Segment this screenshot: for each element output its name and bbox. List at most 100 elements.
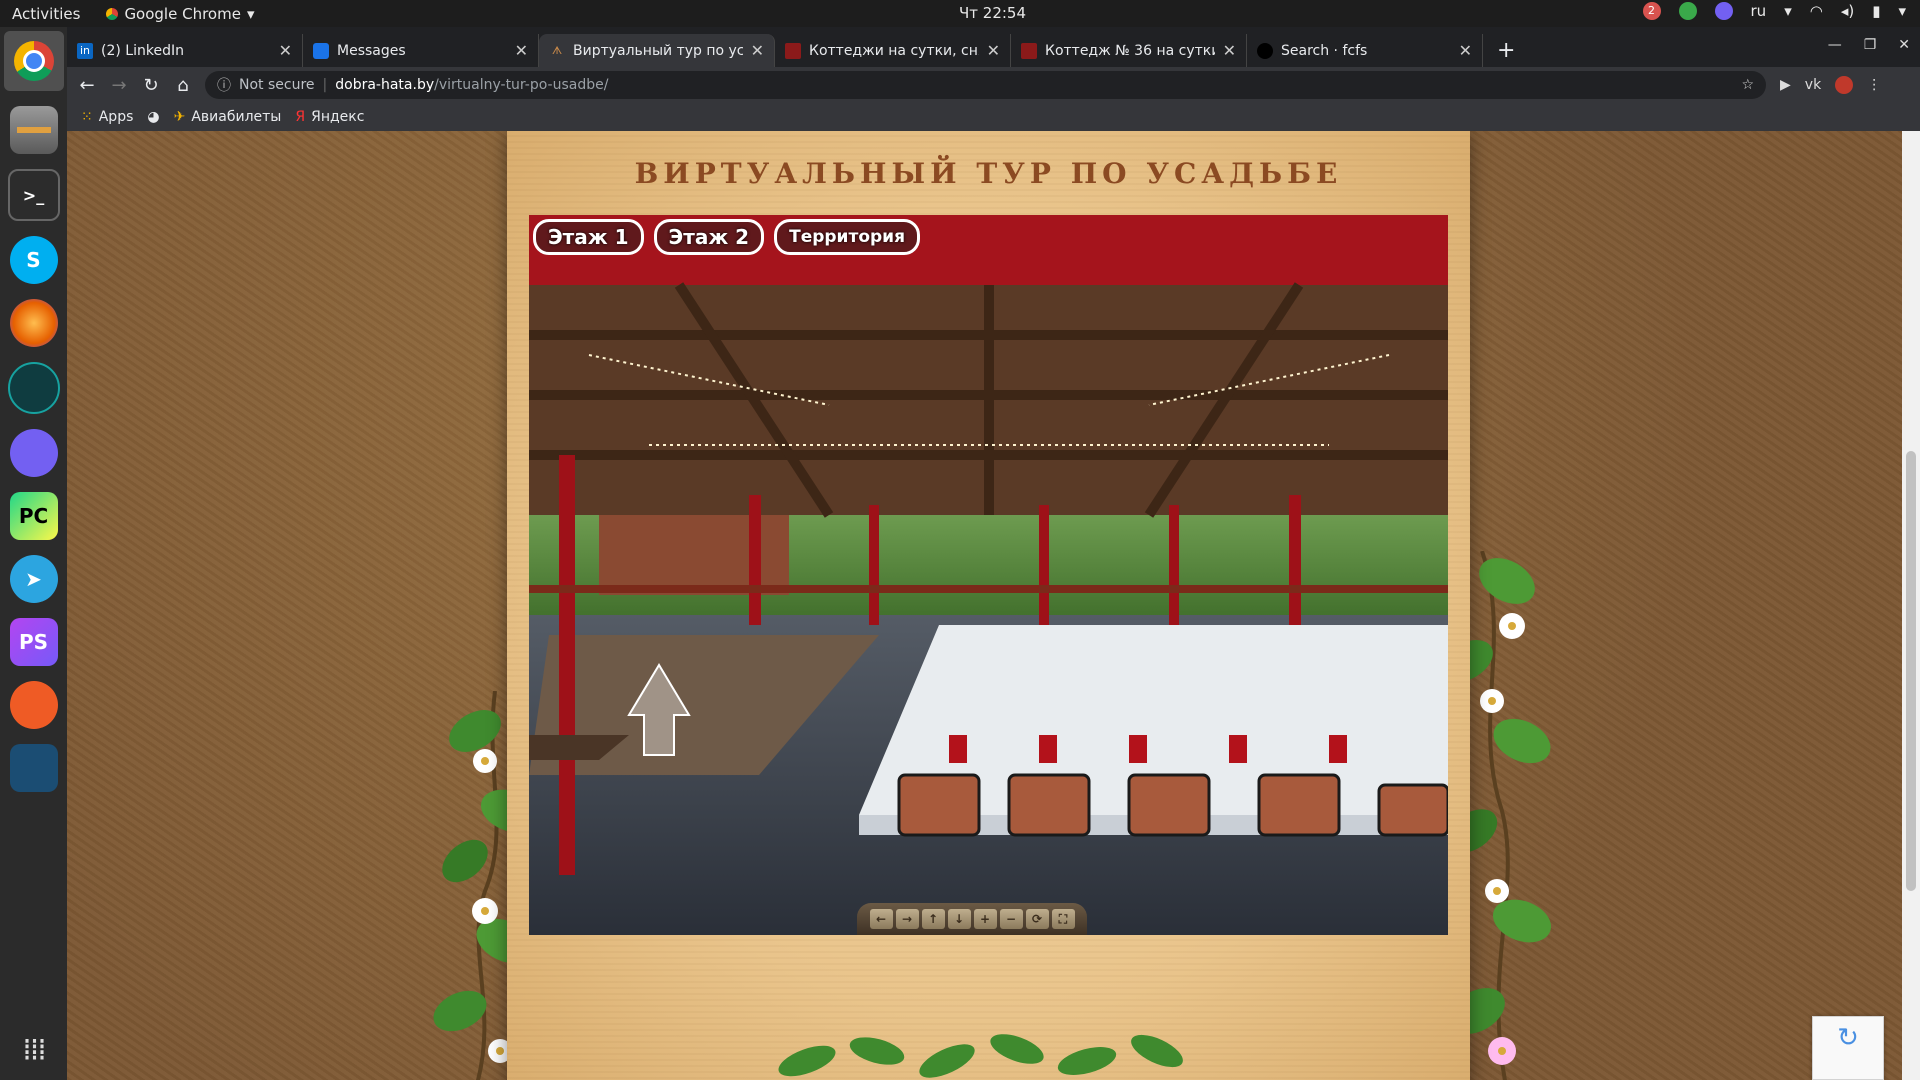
floor-2-button[interactable]: Этаж 2: [653, 219, 765, 255]
tab-title: Messages: [337, 42, 406, 59]
skype-icon[interactable]: S: [9, 236, 58, 284]
bookmark-apps[interactable]: ⁙ Apps: [81, 109, 133, 125]
mysql-workbench-icon[interactable]: [9, 744, 58, 792]
firefox-icon[interactable]: [9, 299, 58, 347]
browser-toolbar: ← → ↻ ⌂ ⓘ Not secure | dobra-hata.by /vi…: [67, 67, 1920, 103]
chevron-down-icon: ▾: [1898, 2, 1906, 20]
autorotate-button[interactable]: ⟳: [1025, 909, 1049, 929]
bookmark-label: Авиабилеты: [191, 109, 282, 125]
bookmarks-bar: ⁙ Apps ◕ ✈ Авиабилеты Я Яндекс: [67, 103, 1920, 131]
reload-icon[interactable]: ↻: [135, 75, 167, 96]
plane-icon: ✈: [173, 109, 186, 125]
tab-title: Коттеджи на сутки, снять коттедж: [809, 42, 979, 59]
chevron-down-icon: ▾: [1784, 2, 1792, 20]
bookmark-label: Apps: [98, 109, 134, 125]
security-label: Not secure: [239, 77, 315, 93]
bookmark-globe[interactable]: ◕: [147, 109, 159, 125]
tab-linkedin[interactable]: in (2) LinkedIn ✕: [67, 34, 303, 67]
territory-button[interactable]: Территория: [774, 219, 920, 255]
site-favicon-icon: [1021, 42, 1037, 59]
volume-icon[interactable]: ◂): [1841, 2, 1854, 20]
close-icon[interactable]: ✕: [515, 41, 528, 60]
fullscreen-button[interactable]: ⛶: [1051, 909, 1075, 929]
forward-icon[interactable]: →: [103, 75, 135, 96]
battery-icon[interactable]: ▮: [1872, 2, 1880, 20]
pan-left-button[interactable]: ←: [869, 909, 893, 929]
tab-title: Search · fcfs: [1281, 42, 1368, 59]
content-panel: ВИРТУАЛЬНЫЙ ТУР ПО УСАДЬБЕ Этаж 1 Этаж 2…: [507, 131, 1470, 1080]
panorama-viewer[interactable]: Этаж 1 Этаж 2 Территория ← → ↑ ↓ + − ⟳ ⛶: [529, 215, 1448, 935]
panorama-image[interactable]: [529, 215, 1448, 935]
tab-title: Виртуальный тур по усадьбе: [573, 42, 743, 59]
zoom-in-button[interactable]: +: [973, 909, 997, 929]
clock[interactable]: Чт 22:54: [0, 4, 1920, 22]
recaptcha-icon: ↻: [1837, 1023, 1859, 1053]
shield-check-icon[interactable]: [1678, 2, 1697, 20]
tab-cottages[interactable]: Коттеджи на сутки, снять коттедж ✕: [775, 34, 1011, 67]
yandex-icon: Я: [295, 109, 306, 125]
page-content: ВИРТУАЛЬНЫЙ ТУР ПО УСАДЬБЕ Этаж 1 Этаж 2…: [67, 131, 1902, 1080]
pan-right-button[interactable]: →: [895, 909, 919, 929]
scrollbar-thumb[interactable]: [1906, 451, 1916, 891]
close-icon[interactable]: ✕: [751, 41, 764, 60]
viber-tray-icon[interactable]: [1714, 2, 1733, 20]
terminal-icon[interactable]: >_: [7, 169, 60, 221]
tab-cottage-36[interactable]: Коттедж № 36 на сутки на... ✕: [1011, 34, 1247, 67]
recaptcha-badge[interactable]: ↻: [1812, 1016, 1884, 1080]
close-icon[interactable]: ✕: [1459, 41, 1472, 60]
close-window-icon[interactable]: ✕: [1898, 37, 1910, 53]
home-icon[interactable]: ⌂: [167, 75, 199, 96]
phpstorm-icon[interactable]: PS: [9, 618, 58, 666]
files-icon[interactable]: [9, 106, 58, 154]
apps-grid-icon: ⁙: [81, 109, 93, 125]
floor-1-button[interactable]: Этаж 1: [533, 219, 644, 255]
menu-kebab-icon[interactable]: ⋮: [1867, 77, 1881, 93]
viber-icon[interactable]: [9, 429, 58, 477]
gitkraken-icon[interactable]: [7, 362, 60, 414]
postman-icon[interactable]: [9, 681, 58, 729]
telegram-icon[interactable]: ➤: [9, 555, 58, 603]
chrome-icon[interactable]: [3, 31, 64, 91]
site-favicon-icon: ᗑ: [551, 43, 563, 57]
divider: |: [322, 77, 328, 93]
profile-avatar-icon[interactable]: [1835, 76, 1854, 94]
address-bar[interactable]: ⓘ Not secure | dobra-hata.by /virtualny-…: [205, 71, 1766, 99]
info-icon[interactable]: ⓘ: [217, 75, 231, 95]
window-controls: — ❐ ✕: [1828, 37, 1910, 53]
bookmark-label: Яндекс: [311, 109, 365, 125]
globe-icon: ◕: [147, 109, 160, 125]
floor-switcher: Этаж 1 Этаж 2 Территория: [533, 219, 920, 255]
linkedin-icon: in: [77, 42, 93, 59]
github-icon: [1257, 42, 1273, 59]
bookmark-aviabilety[interactable]: ✈ Авиабилеты: [174, 109, 282, 125]
tab-virtual-tour[interactable]: ᗑ Виртуальный тур по усадьбе ✕: [539, 34, 775, 67]
pan-up-button[interactable]: ↑: [921, 909, 945, 929]
page-scrollbar[interactable]: [1902, 131, 1920, 1080]
system-top-bar: Activities Google Chrome ▾ Чт 22:54 2 ru…: [0, 0, 1920, 27]
restore-icon[interactable]: ❐: [1864, 37, 1877, 53]
bookmark-yandex[interactable]: Я Яндекс: [295, 109, 364, 125]
language-indicator[interactable]: ru: [1751, 2, 1767, 20]
browser-window: in (2) LinkedIn ✕ Messages ✕ ᗑ Виртуальн…: [67, 27, 1920, 131]
messages-icon: [313, 42, 329, 59]
close-icon[interactable]: ✕: [1223, 41, 1236, 60]
minimize-icon[interactable]: —: [1828, 37, 1842, 53]
close-icon[interactable]: ✕: [279, 41, 292, 60]
wifi-icon[interactable]: ◠: [1810, 2, 1823, 20]
vk-extension-icon[interactable]: vk: [1805, 77, 1821, 93]
show-applications-icon[interactable]: ⁞⁞⁞: [22, 1033, 47, 1068]
pycharm-icon[interactable]: PC: [9, 492, 58, 540]
system-tray: 2 ru ▾ ◠ ◂) ▮ ▾: [1642, 2, 1906, 20]
back-icon[interactable]: ←: [71, 75, 103, 96]
zoom-out-button[interactable]: −: [999, 909, 1023, 929]
page-title: ВИРТУАЛЬНЫЙ ТУР ПО УСАДЬБЕ: [634, 157, 1343, 190]
notification-badge-icon[interactable]: 2: [1642, 2, 1661, 20]
pan-down-button[interactable]: ↓: [947, 909, 971, 929]
youtube-extension-icon[interactable]: ▶: [1780, 77, 1791, 93]
tab-github-search[interactable]: Search · fcfs ✕: [1247, 34, 1483, 67]
tab-strip: in (2) LinkedIn ✕ Messages ✕ ᗑ Виртуальн…: [67, 27, 1920, 67]
new-tab-button[interactable]: +: [1497, 34, 1515, 67]
bookmark-star-icon[interactable]: ☆: [1741, 77, 1754, 93]
tab-messages[interactable]: Messages ✕: [303, 34, 539, 67]
close-icon[interactable]: ✕: [987, 41, 1000, 60]
